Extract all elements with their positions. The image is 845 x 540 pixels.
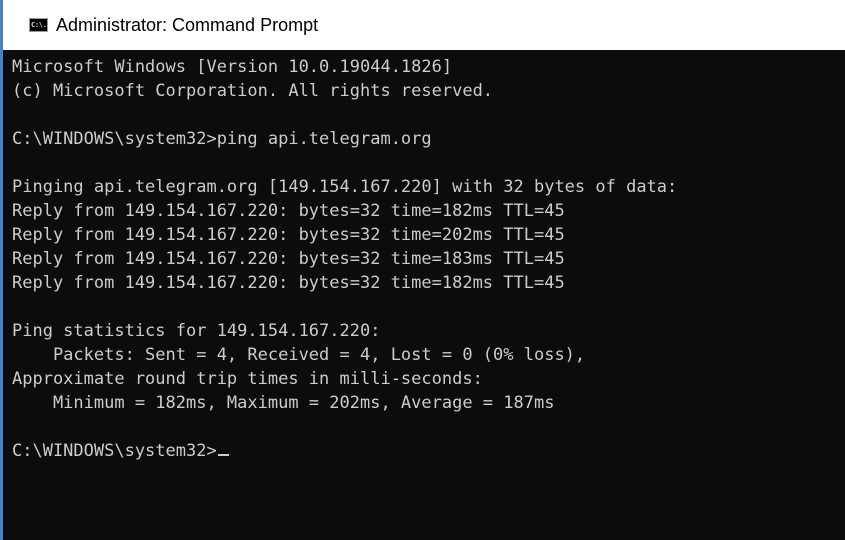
- console-output[interactable]: Microsoft Windows [Version 10.0.19044.18…: [0, 50, 845, 540]
- title-bar[interactable]: C:\. Administrator: Command Prompt: [0, 0, 845, 50]
- text-cursor: [217, 454, 229, 456]
- command-prompt-icon-glyph: C:\.: [31, 20, 47, 29]
- window-border-accent: [0, 0, 3, 540]
- console-line-reply: Reply from 149.154.167.220: bytes=32 tim…: [12, 273, 565, 293]
- console-line-rtt-header: Approximate round trip times in milli-se…: [12, 369, 483, 389]
- window-title: Administrator: Command Prompt: [56, 14, 319, 35]
- console-line-stats-header: Ping statistics for 149.154.167.220:: [12, 321, 381, 341]
- console-line-reply: Reply from 149.154.167.220: bytes=32 tim…: [12, 249, 565, 269]
- console-line-reply: Reply from 149.154.167.220: bytes=32 tim…: [12, 225, 565, 245]
- console-prompt-line[interactable]: C:\WINDOWS\system32>: [12, 439, 845, 463]
- console-line-copyright: (c) Microsoft Corporation. All rights re…: [12, 81, 494, 101]
- console-line-reply: Reply from 149.154.167.220: bytes=32 tim…: [12, 201, 565, 221]
- console-line-version: Microsoft Windows [Version 10.0.19044.18…: [12, 57, 453, 77]
- console-line-packets: Packets: Sent = 4, Received = 4, Lost = …: [12, 345, 586, 365]
- console-line-rtt-values: Minimum = 182ms, Maximum = 202ms, Averag…: [12, 393, 555, 413]
- command-prompt-icon: C:\.: [29, 18, 48, 32]
- command-prompt-window: C:\. Administrator: Command Prompt Micro…: [0, 0, 845, 540]
- console-line-command: C:\WINDOWS\system32>ping api.telegram.or…: [12, 129, 432, 149]
- console-prompt: C:\WINDOWS\system32>: [12, 441, 217, 461]
- console-line-pinging: Pinging api.telegram.org [149.154.167.22…: [12, 177, 678, 197]
